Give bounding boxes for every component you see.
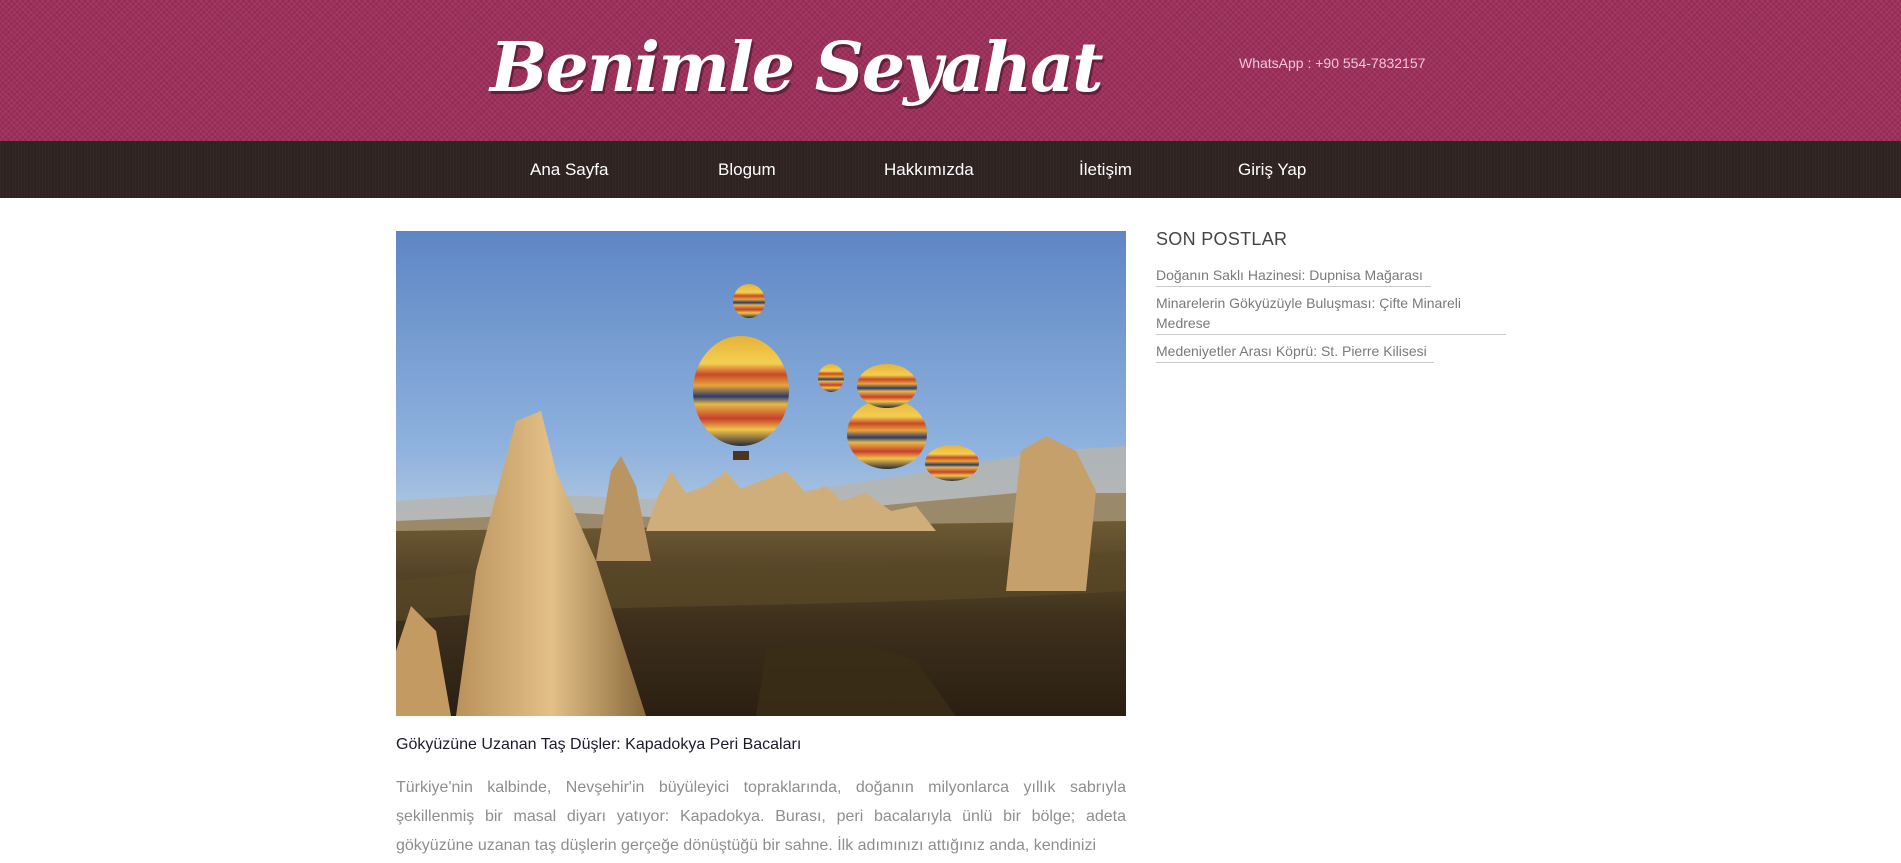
sidebar-post-link[interactable]: Medeniyetler Arası Köprü: St. Pierre Kil… [1156, 341, 1434, 363]
site-header: Benimle Seyahat WhatsApp : +90 554-78321… [0, 0, 1901, 141]
nav-item-login[interactable]: Giriş Yap [1238, 141, 1306, 198]
post-excerpt: Türkiye'nin kalbinde, Nevşehir'in büyüle… [396, 779, 1126, 854]
site-logo[interactable]: Benimle Seyahat [490, 16, 1104, 121]
sidebar-title: SON POSTLAR [1156, 229, 1288, 249]
post-title[interactable]: Gökyüzüne Uzanan Taş Düşler: Kapadokya P… [396, 736, 801, 754]
nav-item-contact[interactable]: İletişim [1079, 141, 1132, 198]
main-nav: Ana Sayfa Blogum Hakkımızda İletişim Gir… [0, 141, 1901, 198]
sidebar-post-link[interactable]: Doğanın Saklı Hazinesi: Dupnisa Mağarası [1156, 265, 1431, 287]
nav-item-about[interactable]: Hakkımızda [884, 141, 974, 198]
whatsapp-contact: WhatsApp : +90 554-7832157 [1239, 55, 1426, 71]
post-hero-image[interactable] [396, 231, 1126, 716]
sidebar-post-link[interactable]: Minarelerin Gökyüzüyle Buluşması: Çifte … [1156, 293, 1506, 335]
nav-item-home[interactable]: Ana Sayfa [530, 141, 608, 198]
nav-item-blog[interactable]: Blogum [718, 141, 776, 198]
